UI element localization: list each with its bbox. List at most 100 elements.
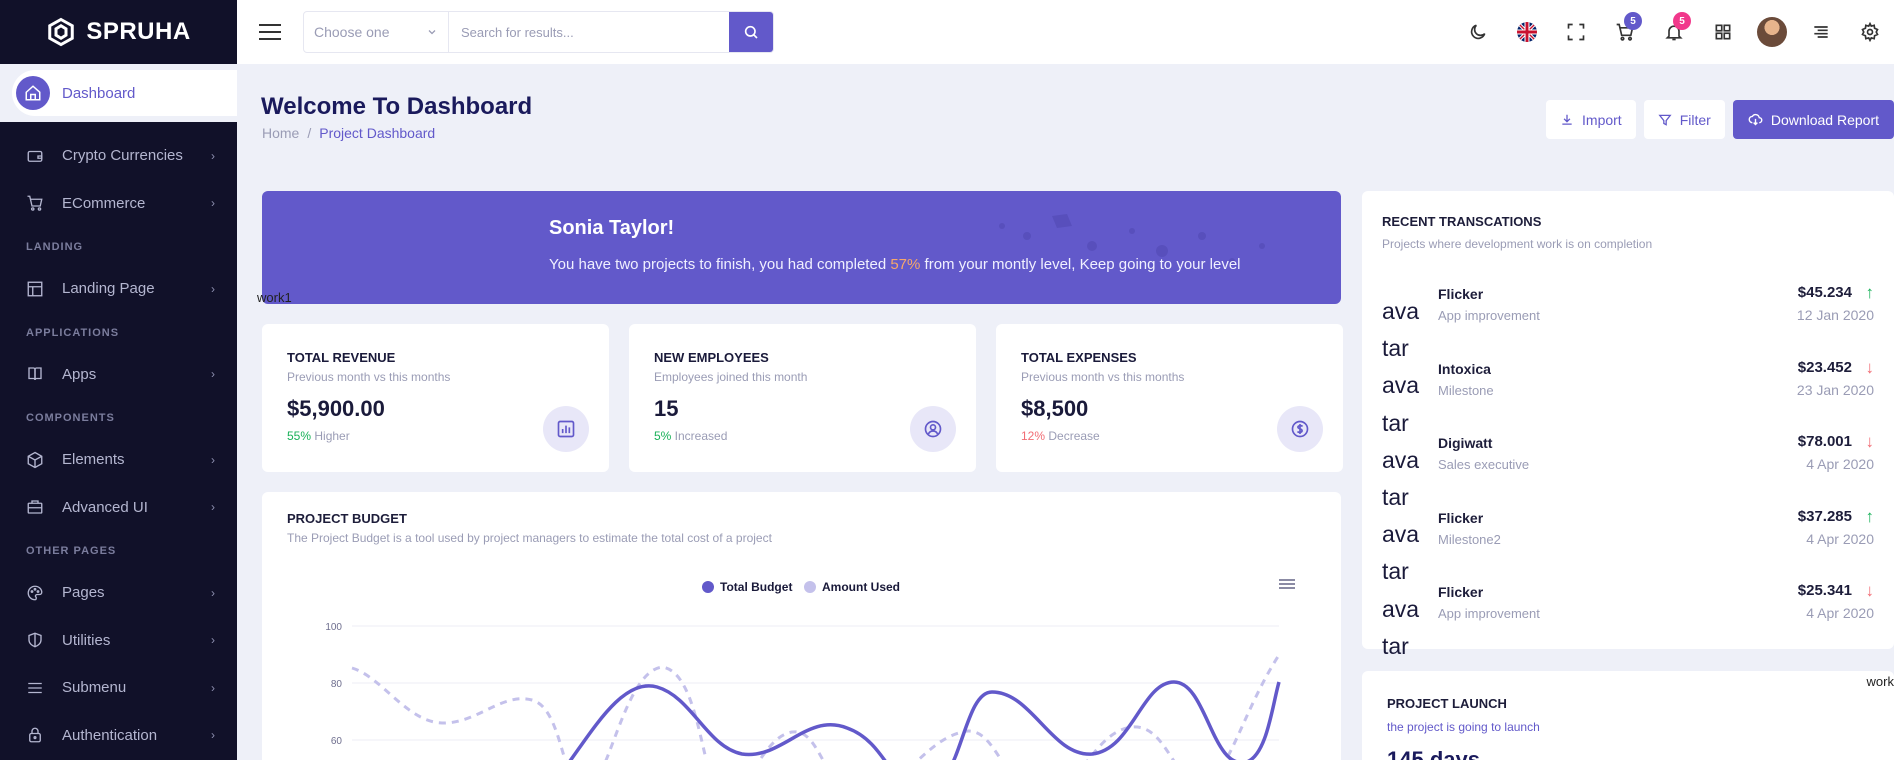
- avatar-alt-line: tar: [1382, 484, 1409, 511]
- banner-message: You have two projects to finish, you had…: [549, 256, 1241, 273]
- sidebar-item-label: Authentication: [62, 726, 158, 744]
- avatar-alt-line: tar: [1382, 632, 1409, 659]
- transaction-sub: Milestone: [1438, 383, 1494, 398]
- transaction-date: 4 Apr 2020: [1806, 605, 1874, 621]
- sidebar-item-label: ECommerce: [62, 194, 146, 212]
- transaction-sub: App improvement: [1438, 308, 1540, 323]
- brand-logo[interactable]: SPRUHA: [0, 0, 237, 64]
- transaction-name: Intoxica: [1438, 361, 1491, 377]
- header-icons: 5 5: [1453, 0, 1894, 64]
- stat-footer: 5% Increased: [654, 429, 727, 443]
- chevron-right-icon: ›: [211, 281, 215, 296]
- banner-image-alt: work1: [257, 290, 292, 305]
- sidebar-item-label: Apps: [62, 365, 97, 383]
- language-button[interactable]: [1502, 22, 1551, 42]
- hamburger-menu-icon[interactable]: [259, 24, 281, 40]
- bar-chart-icon: [543, 406, 589, 452]
- sidebar-item-utilities[interactable]: Utilities ›: [0, 617, 237, 665]
- transactions-sub: Projects where development work is on co…: [1382, 237, 1653, 251]
- transaction-row[interactable]: Digiwatt Sales executive $78.001 ↓ 4 Apr 202…: [1438, 432, 1875, 495]
- launch-sub: the project is going to launch: [1387, 720, 1540, 734]
- search-input[interactable]: Search for results...: [449, 12, 729, 52]
- uk-flag-icon: [1516, 22, 1537, 42]
- chevron-right-icon: ›: [211, 367, 215, 382]
- welcome-banner: Sonia Taylor! You have two projects to f…: [262, 191, 1341, 304]
- filter-button[interactable]: Filter: [1643, 100, 1725, 139]
- arrow-down-icon: ↓: [1865, 432, 1875, 451]
- download-icon: [1562, 114, 1572, 125]
- transaction-row[interactable]: Intoxica Milestone $23.452 ↓ 23 Jan 2020: [1438, 358, 1874, 421]
- transaction-date: 12 Jan 2020: [1796, 307, 1874, 323]
- shield-icon: [28, 632, 42, 648]
- chevron-right-icon: ›: [211, 680, 215, 695]
- sidebar-active-wrap: Dashboard: [0, 64, 237, 122]
- stat-footer: 12% Decrease: [1021, 429, 1100, 443]
- avatar-alt-line: ava: [1382, 298, 1420, 324]
- theme-toggle-button[interactable]: [1453, 22, 1502, 42]
- project-budget-card: PROJECT BUDGET The Project Budget is a t…: [262, 492, 1341, 760]
- breadcrumb-home[interactable]: Home: [262, 125, 299, 141]
- box-icon: [27, 451, 43, 469]
- avatar-alt-line: ava: [1382, 521, 1420, 548]
- sidebar-item-submenu[interactable]: Submenu ›: [0, 664, 237, 712]
- user-circle-icon: [910, 406, 956, 452]
- chart-menu-icon[interactable]: [1279, 579, 1295, 589]
- chevron-down-icon: [428, 30, 436, 35]
- stat-sub: Employees joined this month: [654, 370, 808, 384]
- sidebar-item-apps[interactable]: Apps ›: [0, 351, 237, 399]
- sidebar-item-landing-page[interactable]: Landing Page ›: [0, 265, 237, 313]
- import-button[interactable]: Import: [1546, 100, 1636, 139]
- legend-label: Total Budget: [720, 580, 792, 594]
- sidebar-item-authentication[interactable]: Authentication ›: [0, 712, 237, 760]
- download-report-button[interactable]: Download Report: [1732, 100, 1894, 139]
- fullscreen-button[interactable]: [1551, 22, 1600, 42]
- transaction-date: 4 Apr 2020: [1806, 531, 1874, 547]
- sidebar-item-pages[interactable]: Pages ›: [0, 569, 237, 617]
- align-right-icon: [1813, 26, 1828, 38]
- sidebar-item-advanced-ui[interactable]: Advanced UI ›: [0, 484, 237, 532]
- hexagon-logo-icon: [48, 17, 75, 47]
- avatar-alt-line: ava: [1382, 595, 1420, 622]
- profile-button[interactable]: [1747, 17, 1796, 47]
- search-button[interactable]: [729, 12, 773, 52]
- stat-pct: 5%: [654, 429, 672, 443]
- stat-card-employees: NEW EMPLOYEES Employees joined this mont…: [629, 324, 976, 472]
- legend-item[interactable]: Total Budget: [702, 580, 792, 594]
- project-launch-card: PROJECT LAUNCH the project is going to l…: [1362, 671, 1894, 760]
- moon-icon: [1470, 24, 1485, 40]
- transaction-row[interactable]: Flicker Milestone2 $37.285 ↑ 4 Apr 2020: [1438, 507, 1874, 570]
- brand-name: SPRUHA: [86, 18, 191, 45]
- chevron-right-icon: ›: [211, 633, 215, 648]
- banner-msg-before: You have two projects to finish, you had…: [549, 256, 891, 273]
- sidebar-item-ecommerce[interactable]: ECommerce ›: [0, 180, 237, 228]
- sidebar-item-label: Elements: [62, 451, 125, 469]
- right-sidebar-toggle[interactable]: [1796, 22, 1845, 42]
- transaction-date: 4 Apr 2020: [1806, 456, 1874, 472]
- apps-grid-button[interactable]: [1698, 22, 1747, 42]
- page-title: Welcome To Dashboard: [261, 93, 533, 120]
- transaction-row[interactable]: Flicker App improvement $45.234 ↑ 12 Jan 202…: [1438, 283, 1874, 346]
- top-header: Choose one Search for results... 5 5: [237, 0, 1894, 64]
- transaction-row[interactable]: Flicker App improvement $25.341 ↓ 4 Apr 2020: [1438, 581, 1875, 644]
- stat-trend: Higher: [311, 429, 350, 443]
- notifications-button[interactable]: 5: [1649, 12, 1698, 42]
- category-select[interactable]: Choose one: [304, 12, 449, 52]
- banner-user-name: Sonia Taylor!: [549, 217, 675, 239]
- legend-item[interactable]: Amount Used: [804, 580, 900, 594]
- sidebar-category: COMPONENTS: [26, 412, 115, 424]
- arrow-down-icon: ↓: [1865, 581, 1875, 600]
- menu-icon: [28, 682, 42, 693]
- transaction-name: Flicker: [1438, 584, 1484, 600]
- y-tick-label: 100: [325, 622, 342, 633]
- sidebar-item-crypto-currencies[interactable]: Crypto Currencies ›: [0, 132, 237, 180]
- transactions-title: RECENT TRANSCATIONS: [1382, 214, 1542, 229]
- transaction-sub: Sales executive: [1438, 457, 1530, 472]
- sidebar-item-elements[interactable]: Elements ›: [0, 436, 237, 484]
- sidebar-item-dashboard[interactable]: Dashboard: [12, 70, 237, 116]
- legend-label: Amount Used: [822, 580, 900, 594]
- cart-button[interactable]: 5: [1600, 12, 1649, 42]
- settings-button[interactable]: [1845, 22, 1894, 42]
- sidebar-item-label: Utilities: [62, 631, 111, 649]
- launch-title: PROJECT LAUNCH: [1387, 696, 1507, 711]
- breadcrumb-current: Project Dashboard: [319, 125, 436, 141]
